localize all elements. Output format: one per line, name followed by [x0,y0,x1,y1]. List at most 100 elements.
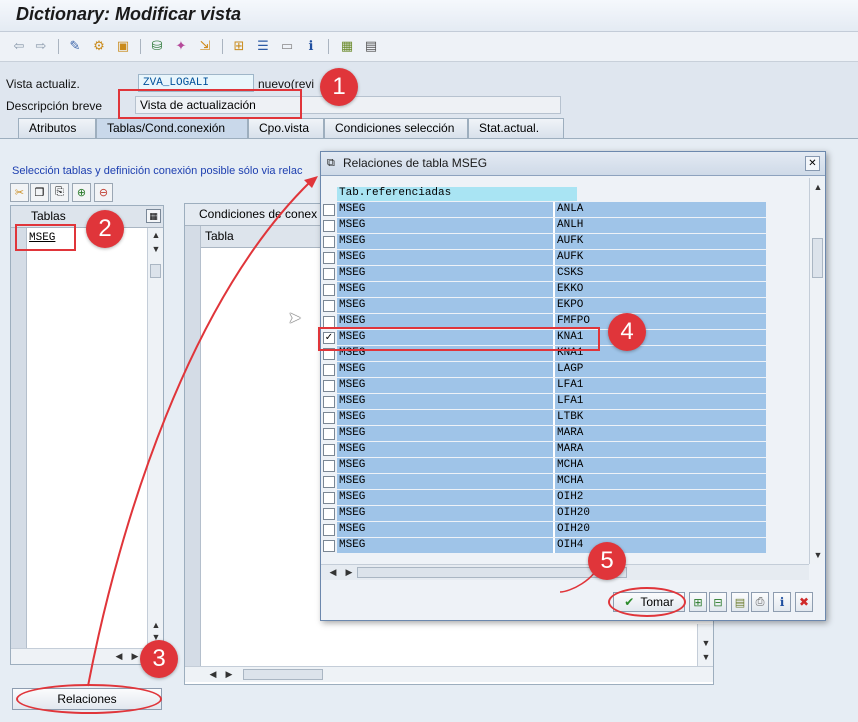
relation-row[interactable]: MSEG EKPO [321,298,801,314]
tab-tablas-cond[interactable]: Tablas/Cond.conexión [96,118,248,138]
back-arrow-icon[interactable]: ⇦ [10,37,28,55]
conditions-hscroll[interactable]: ◀ ▶ [185,666,713,682]
relation-row[interactable]: MSEG AUFK [321,250,801,266]
relation-row[interactable]: MSEG OIH2 [321,490,801,506]
tab-cpo-vista[interactable]: Cpo.vista [248,118,324,138]
relation-row[interactable]: MSEG ANLA [321,202,801,218]
relation-left-cell: MSEG [337,474,553,489]
cut-icon[interactable]: ✂ [10,183,29,202]
relation-checkbox[interactable] [323,220,335,232]
hierarchy-icon[interactable]: ⊞ [230,37,248,55]
dialog-icon: ⧉ [327,157,335,169]
highlight-tomar [608,587,686,617]
relation-right-cell: MCHA [553,474,766,489]
relation-right-cell: ANLA [553,202,766,217]
dialog-hscroll[interactable]: ◀ ▶ [321,564,809,580]
relation-left-cell: MSEG [337,410,553,425]
magic-wand-icon[interactable]: ✦ [172,37,190,55]
relation-checkbox[interactable] [323,476,335,488]
relation-checkbox[interactable] [323,412,335,424]
relation-right-cell: CSKS [553,266,766,281]
edit-display-icon[interactable]: ✎ [66,37,84,55]
info-button-icon[interactable]: ℹ [773,592,791,612]
relation-right-cell: ANLH [553,218,766,233]
relation-checkbox[interactable] [323,268,335,280]
delete-row-icon[interactable]: ⊖ [94,183,113,202]
relation-row[interactable]: MSEG LTBK [321,410,801,426]
layout-icon[interactable]: ▦ [338,37,356,55]
relation-right-cell: EKKO [553,282,766,297]
grid-icon[interactable]: ▤ [362,37,380,55]
relation-row[interactable]: MSEG LFA1 [321,378,801,394]
relation-left-cell: MSEG [337,538,553,553]
forward-arrow-icon[interactable]: ⇨ [32,37,50,55]
relation-right-cell: LTBK [553,410,766,425]
column-config-icon[interactable]: ▦ [146,209,161,223]
relation-checkbox[interactable] [323,380,335,392]
relation-row[interactable]: MSEG OIH20 [321,522,801,538]
relation-checkbox[interactable] [323,300,335,312]
relation-checkbox[interactable] [323,236,335,248]
activate-icon[interactable]: ▣ [114,37,132,55]
relation-row[interactable]: MSEG MARA [321,442,801,458]
relation-row[interactable]: MSEG ANLH [321,218,801,234]
relation-row[interactable]: MSEG AUFK [321,234,801,250]
relation-checkbox[interactable] [323,204,335,216]
menu-icon[interactable]: ☰ [254,37,272,55]
relation-left-cell: MSEG [337,378,553,393]
relation-right-cell: LFA1 [553,378,766,393]
relation-row[interactable]: MSEG MCHA [321,458,801,474]
dialog-close-icon[interactable]: ✕ [805,156,820,171]
relation-row[interactable]: MSEG LFA1 [321,394,801,410]
dialog-vscroll[interactable]: ▲ ▼ [809,178,825,564]
relation-right-cell: OIH20 [553,522,766,537]
row-selector-column[interactable] [11,228,27,648]
check-icon[interactable]: ⛁ [148,37,166,55]
relation-checkbox[interactable] [323,444,335,456]
tab-atributos[interactable]: Atributos [18,118,96,138]
relation-row[interactable]: MSEG MARA [321,426,801,442]
relation-checkbox[interactable] [323,428,335,440]
relation-left-cell: MSEG [337,362,553,377]
text-icon[interactable]: ▭ [278,37,296,55]
conditions-vscroll[interactable]: ▼ ▼ [697,624,713,666]
where-used-icon[interactable]: ⇲ [196,37,214,55]
relation-checkbox[interactable] [323,492,335,504]
relation-checkbox[interactable] [323,508,335,520]
find-icon[interactable]: ⎙ [751,592,769,612]
relation-right-cell: OIH4 [553,538,766,553]
other-object-icon[interactable]: ⚙ [90,37,108,55]
relation-row[interactable]: MSEG OIH20 [321,506,801,522]
tab-stat-actual[interactable]: Stat.actual. [468,118,564,138]
tables-vscroll[interactable]: ▲ ▼ ▲ ▼ [147,228,163,648]
relation-checkbox[interactable] [323,460,335,472]
relation-checkbox[interactable] [323,524,335,536]
relation-row[interactable]: MSEG EKKO [321,282,801,298]
relation-left-cell: MSEG [337,394,553,409]
filter-icon[interactable]: ▤ [731,592,749,612]
info-icon[interactable]: ℹ [302,37,320,55]
relation-checkbox[interactable] [323,396,335,408]
conditions-row-selector[interactable] [185,226,201,666]
select-all-icon[interactable]: ⊞ [689,592,707,612]
relation-row[interactable]: MSEG CSKS [321,266,801,282]
relation-row[interactable]: MSEG MCHA [321,474,801,490]
relation-checkbox[interactable] [323,364,335,376]
relation-right-cell: LAGP [553,362,766,377]
insert-row-icon[interactable]: ⊕ [72,183,91,202]
relation-checkbox[interactable] [323,540,335,552]
tab-condiciones-seleccion[interactable]: Condiciones selección [324,118,468,138]
paste-icon[interactable]: ⎘ [50,183,69,202]
relation-right-cell: OIH2 [553,490,766,505]
relation-checkbox[interactable] [323,252,335,264]
highlight-kna1 [318,327,600,351]
vista-label: Vista actualiz. [6,77,80,91]
deselect-all-icon[interactable]: ⊟ [709,592,727,612]
relation-row[interactable]: MSEG OIH4 [321,538,801,554]
cancel-icon[interactable]: ✖ [795,592,813,612]
relation-row[interactable]: MSEG LAGP [321,362,801,378]
window-title: Dictionary: Modificar vista [16,4,242,24]
relation-checkbox[interactable] [323,284,335,296]
relation-left-cell: MSEG [337,234,553,249]
copy-icon[interactable]: ❐ [30,183,49,202]
